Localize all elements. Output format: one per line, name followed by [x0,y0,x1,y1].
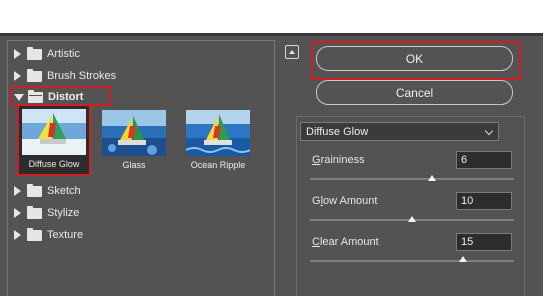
filter-select-value: Diffuse Glow [306,125,369,138]
ocean-ripple-preview-image [186,110,250,156]
thumbnail-label: Ocean Ripple [190,160,246,170]
thumbnail-label: Glass [122,160,146,170]
top-bar-divider [0,33,543,36]
collapse-arrow-icon [14,93,24,101]
thumbnail-diffuse-glow[interactable]: Diffuse Glow [17,104,91,176]
clear-amount-slider-handle[interactable] [459,256,467,262]
folder-icon [27,205,42,219]
folder-icon [27,183,42,197]
expand-arrow-icon [14,208,21,218]
thumbnail-glass[interactable]: Glass [99,107,169,177]
glow-amount-label: Glow Amount [312,195,378,207]
ok-button[interactable]: OK [316,46,513,71]
thumbnail-ocean-ripple[interactable]: Ocean Ripple [183,107,253,177]
category-label: Sketch [47,185,81,197]
category-label: Texture [47,229,84,241]
clear-amount-label: Clear Amount [312,236,379,248]
expand-arrow-icon [14,230,21,240]
category-texture[interactable]: Texture [14,226,83,244]
glass-preview-image [102,110,166,156]
graininess-slider-track[interactable] [310,178,514,180]
thumbnail-label: Diffuse Glow [28,159,80,169]
category-brush-strokes[interactable]: Brush Strokes [14,67,116,85]
chevron-up-icon [289,50,295,54]
folder-icon [27,68,42,82]
category-stylize[interactable]: Stylize [14,204,79,222]
clear-amount-slider-track[interactable] [310,260,514,262]
expand-arrow-icon [14,71,21,81]
category-label: Stylize [47,207,80,219]
category-sketch[interactable]: Sketch [14,182,81,200]
top-bar [0,0,543,33]
folder-icon [27,46,42,60]
graininess-slider-handle[interactable] [428,175,437,181]
glow-amount-slider-handle[interactable] [408,216,416,222]
category-label: Brush Strokes [47,70,117,82]
diffuse-glow-preview-image [22,109,86,155]
chevron-down-icon [484,126,494,136]
clear-amount-input[interactable]: 15 [456,233,512,251]
category-label: Artistic [47,48,80,60]
cancel-button[interactable]: Cancel [316,80,513,105]
folder-icon [27,227,42,241]
category-artistic[interactable]: Artistic [14,45,80,63]
filter-select[interactable]: Diffuse Glow [300,122,499,141]
collapse-gallery-button[interactable] [285,45,299,59]
graininess-input[interactable]: 6 [456,151,512,169]
folder-open-icon [28,89,43,103]
filter-gallery-panel: Artistic Brush Strokes Distort Diffuse G… [7,40,275,296]
graininess-label: Graininess [312,154,365,166]
expand-arrow-icon [14,186,21,196]
glow-amount-input[interactable]: 10 [456,192,512,210]
category-label: Distort [48,91,84,103]
expand-arrow-icon [14,49,21,59]
